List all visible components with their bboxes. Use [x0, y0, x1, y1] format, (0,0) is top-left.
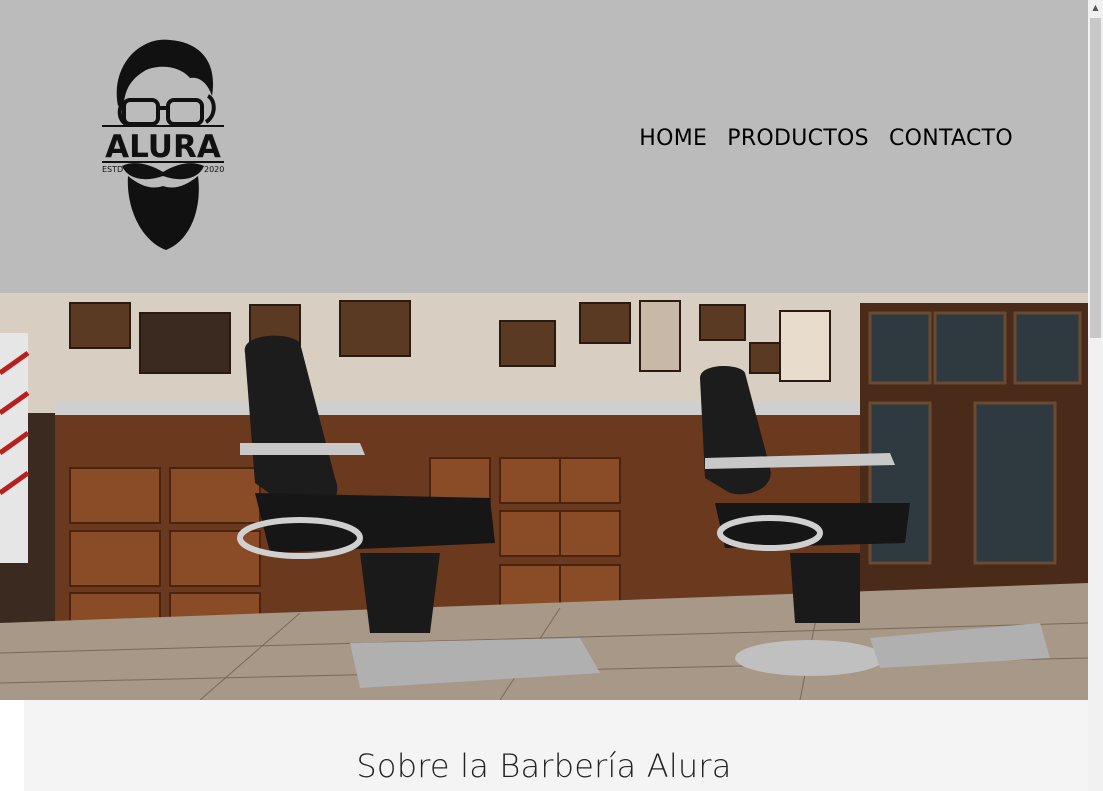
nav-productos[interactable]: PRODUCTOS: [727, 126, 869, 151]
svg-text:ESTD: ESTD: [102, 165, 123, 174]
about-title: Sobre la Barbería Alura: [356, 747, 732, 785]
site-header: ALURA ESTD 2020 HOME PRODUCTOS CONTACTO: [0, 0, 1088, 293]
nav-contacto[interactable]: CONTACTO: [889, 126, 1013, 151]
page: ALURA ESTD 2020 HOME PRODUCTOS CONTACTO: [0, 0, 1088, 791]
barbershop-interior-image: [0, 293, 1088, 700]
svg-text:2020: 2020: [204, 165, 224, 174]
svg-text:ALURA: ALURA: [105, 129, 221, 165]
scroll-up-arrow-icon[interactable]: ▲: [1090, 2, 1101, 14]
about-section: Sobre la Barbería Alura: [0, 700, 1088, 791]
scrollbar-thumb[interactable]: [1090, 18, 1101, 338]
nav-home[interactable]: HOME: [639, 126, 707, 151]
alura-logo[interactable]: ALURA ESTD 2020: [100, 36, 226, 254]
hero-image: [0, 293, 1088, 700]
main-nav: HOME PRODUCTOS CONTACTO: [639, 126, 1013, 151]
